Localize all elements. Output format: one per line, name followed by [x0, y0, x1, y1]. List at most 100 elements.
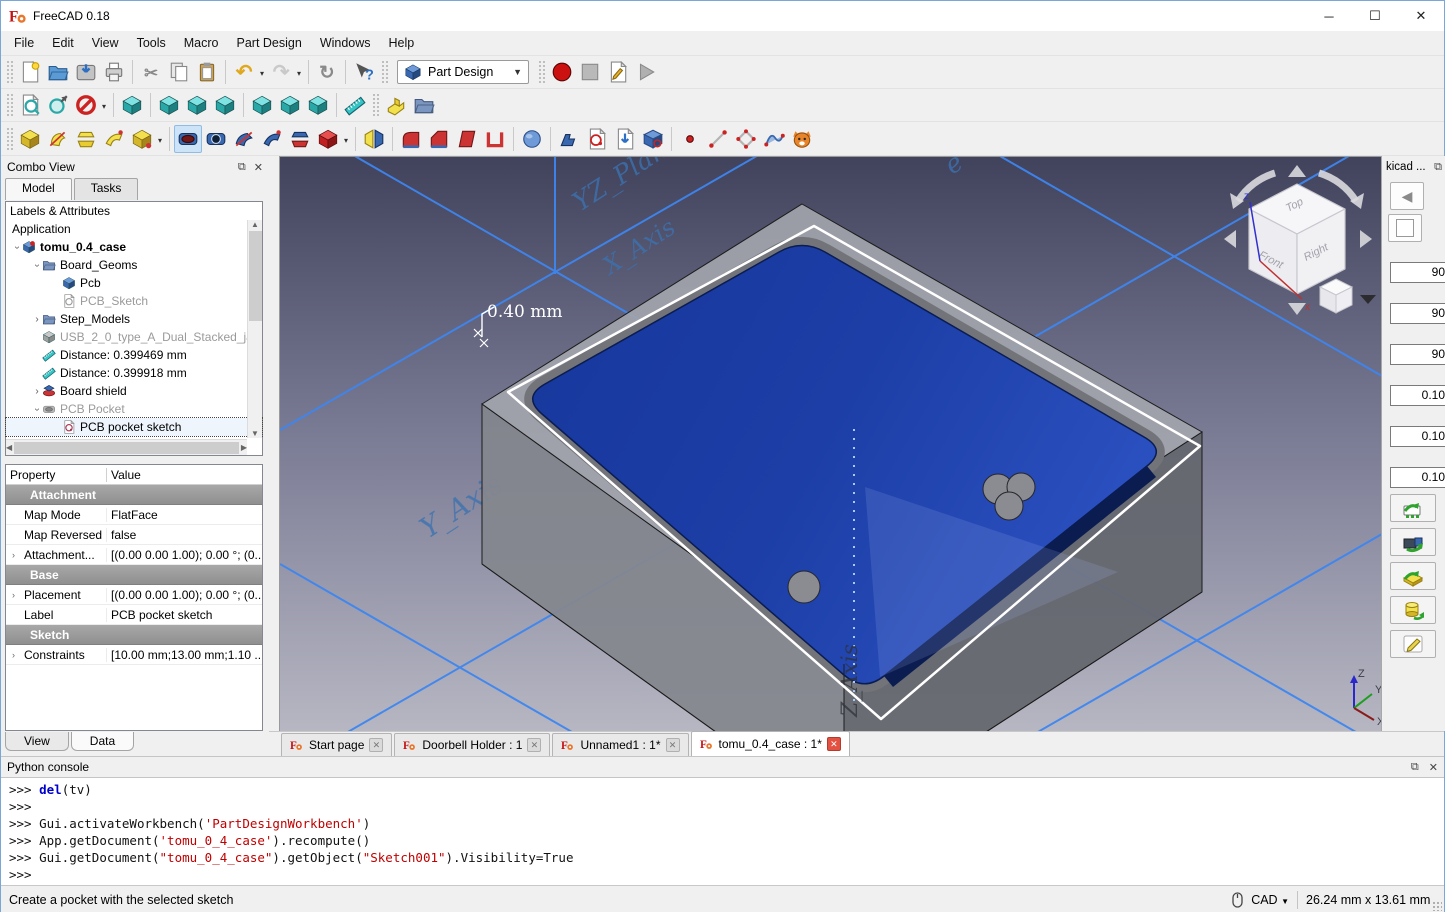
- tree-item-pcb[interactable]: Pcb: [6, 274, 262, 292]
- kicad-export-cylinder-button[interactable]: [1390, 596, 1436, 624]
- fit-all-button[interactable]: [16, 91, 44, 119]
- menu-part-design[interactable]: Part Design: [228, 32, 311, 54]
- cut-button[interactable]: ✂: [137, 58, 165, 86]
- nav-corner-cube[interactable]: [1320, 279, 1352, 313]
- sphere-primitive-button[interactable]: [518, 125, 546, 153]
- menu-windows[interactable]: Windows: [311, 32, 380, 54]
- redo-button[interactable]: ↷▾: [267, 58, 295, 86]
- create-point-button[interactable]: [676, 125, 704, 153]
- expander-open-icon[interactable]: ›: [32, 260, 43, 270]
- property-value[interactable]: [10.00 mm;13.00 mm;1.10 ...: [106, 648, 262, 662]
- macro-edit-button[interactable]: [604, 58, 632, 86]
- create-polygon-button[interactable]: [732, 125, 760, 153]
- tree-vertical-scrollbar[interactable]: ▲▼: [247, 220, 262, 438]
- draw-style-button[interactable]: ▾: [72, 91, 100, 119]
- tree-item-pcb-pocket[interactable]: ›PCB Pocket: [6, 400, 262, 418]
- dropdown-arrow-icon[interactable]: ▾: [102, 102, 106, 111]
- create-body-button[interactable]: [555, 125, 583, 153]
- create-sketch-button[interactable]: [583, 125, 611, 153]
- tree-horizontal-scrollbar[interactable]: ◀▶: [6, 439, 247, 455]
- macro-stop-button[interactable]: [576, 58, 604, 86]
- document-tab-tomu-0-4-case-1-[interactable]: Ftomu_0.4_case : 1*✕: [691, 731, 850, 756]
- groove-button[interactable]: [230, 125, 258, 153]
- nav-style-selector[interactable]: CAD ▼: [1251, 893, 1289, 907]
- python-console[interactable]: >>> del(tv)>>>>>> Gui.activateWorkbench(…: [1, 778, 1444, 885]
- toolbar-handle[interactable]: [538, 60, 545, 84]
- kicad-spinbox-1[interactable]: 90: [1390, 303, 1445, 324]
- kicad-spinbox-2[interactable]: 90: [1390, 344, 1445, 365]
- menu-edit[interactable]: Edit: [43, 32, 83, 54]
- document-tab-start-page[interactable]: FStart page✕: [281, 733, 392, 756]
- close-panel-icon[interactable]: ✕: [254, 161, 263, 174]
- view-front-button[interactable]: [155, 91, 183, 119]
- tree-item-distance-0-399918-mm[interactable]: Distance: 0.399918 mm: [6, 364, 262, 382]
- kicad-blank-button[interactable]: [1388, 214, 1422, 242]
- measure-distance-button[interactable]: [341, 91, 369, 119]
- expander-open-icon[interactable]: ›: [12, 242, 23, 252]
- kicad-export-pcb-button[interactable]: [1390, 494, 1436, 522]
- thickness-button[interactable]: [481, 125, 509, 153]
- copy-button[interactable]: [165, 58, 193, 86]
- property-row[interactable]: Map ModeFlatFace: [6, 505, 262, 525]
- tab-model[interactable]: Model: [5, 178, 72, 200]
- close-tab-icon[interactable]: ✕: [666, 738, 680, 752]
- close-tab-icon[interactable]: ✕: [369, 738, 383, 752]
- toolbar-handle[interactable]: [6, 127, 13, 151]
- console-close-icon[interactable]: ✕: [1429, 761, 1438, 774]
- menu-macro[interactable]: Macro: [175, 32, 228, 54]
- property-value[interactable]: PCB pocket sketch: [106, 608, 262, 622]
- menu-view[interactable]: View: [83, 32, 128, 54]
- tree-item-pcb-sketch[interactable]: PCB_Sketch: [6, 292, 262, 310]
- menu-help[interactable]: Help: [380, 32, 424, 54]
- whats-this-button[interactable]: ?: [350, 58, 378, 86]
- 3d-viewport[interactable]: YZ_Plane X_Axis Y_Axis e: [279, 156, 1381, 731]
- tree-item-pcb-pocket-sketch[interactable]: PCB pocket sketch: [6, 418, 262, 436]
- property-row[interactable]: ›Constraints[10.00 mm;13.00 mm;1.10 ...: [6, 645, 262, 665]
- draft-button[interactable]: [453, 125, 481, 153]
- paste-button[interactable]: [193, 58, 221, 86]
- property-row[interactable]: LabelPCB pocket sketch: [6, 605, 262, 625]
- carbon-copy-button[interactable]: [788, 125, 816, 153]
- document-tab-unnamed1-1-[interactable]: FUnnamed1 : 1*✕: [552, 733, 688, 756]
- print-document-button[interactable]: [100, 58, 128, 86]
- property-value[interactable]: FlatFace: [106, 508, 262, 522]
- kicad-back-button[interactable]: ◀: [1390, 182, 1424, 210]
- dropdown-arrow-icon[interactable]: ▾: [158, 136, 162, 145]
- hole-button[interactable]: [202, 125, 230, 153]
- open-document-button[interactable]: [44, 58, 72, 86]
- tree-item-board-geoms[interactable]: ›Board_Geoms: [6, 256, 262, 274]
- kicad-edit-notes-button[interactable]: [1390, 630, 1436, 658]
- view-axonometric-button[interactable]: [118, 91, 146, 119]
- tab-tasks[interactable]: Tasks: [74, 178, 139, 200]
- tree-item-board-shield[interactable]: ›Board shield: [6, 382, 262, 400]
- expander-closed-icon[interactable]: ›: [32, 386, 42, 397]
- property-column-header[interactable]: Property: [6, 468, 106, 482]
- toolbar-handle[interactable]: [372, 93, 379, 117]
- dropdown-arrow-icon[interactable]: ▾: [344, 136, 348, 145]
- tree-item-distance-0-399469-mm[interactable]: Distance: 0.399469 mm: [6, 346, 262, 364]
- dropdown-arrow-icon[interactable]: ▾: [297, 69, 301, 78]
- subtractive-loft-button[interactable]: [286, 125, 314, 153]
- close-tab-icon[interactable]: ✕: [827, 737, 841, 751]
- tree-item-usb-2-0-type-a-dual-stacked-jac[interactable]: USB_2_0_type_A_Dual_Stacked_jac: [6, 328, 262, 346]
- view-rear-button[interactable]: [248, 91, 276, 119]
- kicad-export-box-button[interactable]: [1390, 562, 1436, 590]
- kicad-spinbox-0[interactable]: 90: [1390, 262, 1445, 283]
- view-left-button[interactable]: [304, 91, 332, 119]
- property-row[interactable]: ›Attachment...[(0.00 0.00 1.00); 0.00 °;…: [6, 545, 262, 565]
- document-tab-doorbell-holder-1[interactable]: FDoorbell Holder : 1✕: [394, 733, 550, 756]
- toolbar-handle[interactable]: [381, 60, 388, 84]
- resize-grip[interactable]: [1432, 901, 1442, 911]
- expander-open-icon[interactable]: ›: [32, 404, 43, 414]
- map-sketch-button[interactable]: [639, 125, 667, 153]
- macro-record-button[interactable]: [548, 58, 576, 86]
- tree-item-tomu-0-4-case[interactable]: ›tomu_0.4_case: [6, 238, 262, 256]
- macro-play-button[interactable]: [632, 58, 660, 86]
- tree-item-application[interactable]: Application: [6, 220, 262, 238]
- value-column-header[interactable]: Value: [106, 468, 262, 482]
- tree-item-step-models[interactable]: ›Step_Models: [6, 310, 262, 328]
- view-right-button[interactable]: [211, 91, 239, 119]
- close-tab-icon[interactable]: ✕: [527, 738, 541, 752]
- fillet-button[interactable]: [397, 125, 425, 153]
- kicad-spinbox-3[interactable]: 0.10: [1390, 385, 1445, 406]
